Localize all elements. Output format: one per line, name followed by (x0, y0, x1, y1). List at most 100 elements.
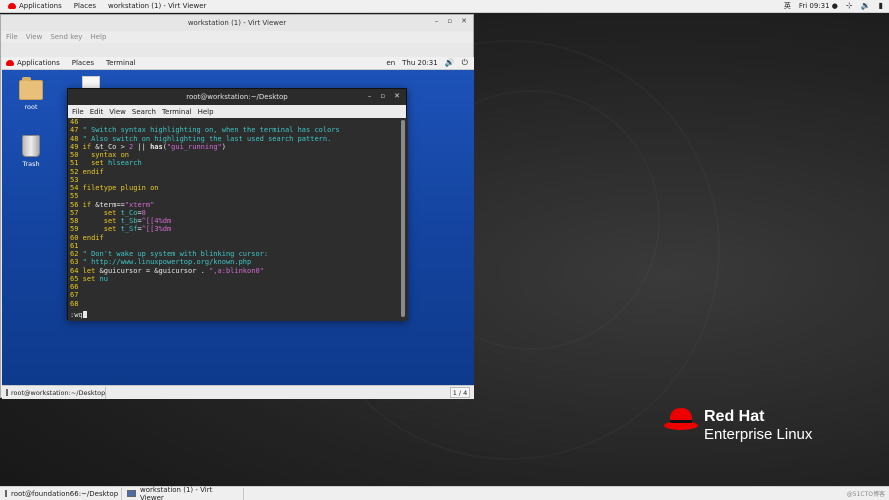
guest-places-label: Places (71, 59, 95, 67)
code-token: " Don't wake up system with blinking cur… (78, 250, 269, 258)
guest-terminal-menu[interactable]: Terminal (106, 59, 136, 67)
guest-terminal-label: Terminal (106, 59, 136, 67)
terminal-scrollbar[interactable] (401, 120, 405, 317)
host-desktop: Applications Places workstation (1) - Vi… (0, 0, 889, 500)
terminal-titlebar[interactable]: root@workstation:~/Desktop – ▫ ✕ (68, 89, 406, 105)
power-icon[interactable]: ⏻ (462, 59, 468, 67)
code-token: endif (78, 167, 104, 176)
desktop-icon-label: Trash (22, 160, 40, 168)
code-token: nu (99, 274, 108, 283)
vim-line: 50 syntax on (70, 151, 408, 159)
code-token: "xterm" (124, 200, 155, 209)
code-token: ^[[3%dm (141, 225, 172, 234)
host-active-window-label: workstation (1) - Virt Viewer (108, 2, 207, 10)
host-places-label: Places (73, 2, 97, 10)
logo-line-1: Red Hat (704, 408, 765, 425)
battery-icon[interactable]: ▮ (879, 2, 883, 10)
code-token: hlsearch (107, 159, 142, 168)
volume-icon[interactable]: 🔊 (445, 59, 455, 67)
desktop-icon-root[interactable]: root (11, 77, 51, 111)
terminal-icon (6, 389, 8, 396)
taskbar-item-host-terminal[interactable]: root@foundation66:~/Desktop (0, 487, 122, 500)
menu-view[interactable]: View (109, 108, 126, 116)
menu-help[interactable]: Help (198, 108, 214, 116)
terminal-text-area[interactable]: 46 47 " Switch syntax highlighting on, wh… (68, 118, 408, 321)
window-title: workstation (1) - Virt Viewer (187, 19, 287, 27)
close-button[interactable]: ✕ (394, 92, 400, 100)
menu-search[interactable]: Search (132, 108, 156, 116)
menu-send-key[interactable]: Send key (50, 33, 82, 41)
watermark: @51CTO博客 (846, 491, 885, 498)
menu-file[interactable]: File (72, 108, 84, 116)
vim-line: 52 endif (70, 168, 408, 176)
maximize-button[interactable]: ▫ (447, 17, 452, 25)
menu-edit[interactable]: Edit (90, 108, 104, 116)
menu-terminal[interactable]: Terminal (162, 108, 192, 116)
redhat-enterprise-linux-logo: Red Hat Enterprise Linux (664, 408, 812, 444)
network-icon[interactable]: ⊹ (846, 2, 853, 10)
input-method-indicator[interactable]: 英 (784, 1, 791, 11)
scrollbar-thumb[interactable] (401, 120, 405, 317)
home-folder-icon (19, 77, 43, 100)
host-clock[interactable]: Fri 09:31 ● (799, 2, 838, 10)
code-token: || (133, 142, 151, 151)
code-token: " http://www.linuxpowertop.org/known.php (78, 258, 252, 267)
minimize-button[interactable]: – (368, 92, 372, 100)
guest-applications-menu[interactable]: Applications (6, 59, 60, 67)
vim-line: 53 (70, 176, 408, 184)
terminal-window: root@workstation:~/Desktop – ▫ ✕ File Ed… (67, 88, 408, 321)
code-token: endif (78, 233, 104, 242)
host-taskbar: root@foundation66:~/Desktop workstation … (0, 486, 889, 500)
guest-places-menu[interactable]: Places (72, 59, 94, 67)
workspace-pager[interactable]: 1 / 4 (450, 387, 470, 398)
vim-command-line[interactable]: :wq (70, 310, 87, 319)
host-applications-menu[interactable]: Applications (8, 2, 62, 10)
menu-help[interactable]: Help (90, 33, 106, 41)
line-number: 67 (70, 291, 79, 300)
taskbar-item-virt-viewer[interactable]: workstation (1) - Virt Viewer (122, 486, 244, 500)
volume-icon[interactable]: 🔉 (861, 2, 871, 10)
host-active-window-menu[interactable]: workstation (1) - Virt Viewer (108, 2, 206, 10)
vim-line: 55 (70, 192, 408, 200)
vim-line: 46 (70, 118, 408, 126)
guest-top-bar: Applications Places Terminal en Thu 20:3… (2, 57, 474, 70)
command-text: :wq (70, 310, 83, 319)
vim-buffer: 46 47 " Switch syntax highlighting on, wh… (70, 118, 408, 308)
desktop-icon-trash[interactable]: Trash (11, 135, 51, 168)
guest-taskbar-item-terminal[interactable]: root@workstation:~/Desktop (2, 386, 106, 399)
menu-view[interactable]: View (26, 33, 43, 41)
code-token: &guicursor = &guicursor . (99, 266, 210, 275)
code-token: if (78, 142, 96, 151)
vim-line: 62 " Don't wake up system with blinking … (70, 250, 408, 258)
code-token: set (78, 217, 121, 225)
code-token: " Also switch on highlighting the last u… (78, 134, 332, 143)
redhat-icon (8, 3, 16, 9)
code-token: ",a:blinkon0" (209, 266, 264, 275)
text-cursor (82, 310, 87, 318)
vim-line: 51 set hlsearch (70, 159, 408, 167)
menu-file[interactable]: File (6, 33, 18, 41)
vim-line: 56 if &term=="xterm" (70, 201, 408, 209)
virt-viewer-icon (127, 490, 136, 497)
close-button[interactable]: ✕ (461, 17, 467, 25)
line-number: 55 (70, 192, 79, 201)
code-token: set (78, 208, 121, 217)
terminal-title: root@workstation:~/Desktop (186, 93, 288, 101)
code-token: let (78, 266, 100, 275)
terminal-menubar: File Edit View Search Terminal Help (68, 105, 406, 118)
vim-line: 61 (70, 242, 408, 250)
logo-line-2: Enterprise Linux (704, 426, 813, 443)
vim-line: 47 " Switch syntax highlighting on, when… (70, 126, 408, 134)
vim-line: 68 (70, 300, 408, 308)
guest-language-indicator[interactable]: en (386, 59, 395, 67)
virt-viewer-titlebar[interactable]: workstation (1) - Virt Viewer – ▫ ✕ (1, 15, 473, 31)
minimize-button[interactable]: – (435, 17, 439, 25)
line-number: 66 (70, 283, 79, 291)
vim-line: 65 set nu (70, 275, 408, 283)
code-token: filetype plugin on (78, 184, 159, 192)
host-places-menu[interactable]: Places (74, 2, 96, 10)
guest-system-tray: en Thu 20:31 🔊 ⏻ (386, 59, 468, 68)
guest-clock[interactable]: Thu 20:31 (402, 59, 438, 67)
maximize-button[interactable]: ▫ (380, 92, 385, 100)
code-token: t_Co (120, 208, 138, 217)
